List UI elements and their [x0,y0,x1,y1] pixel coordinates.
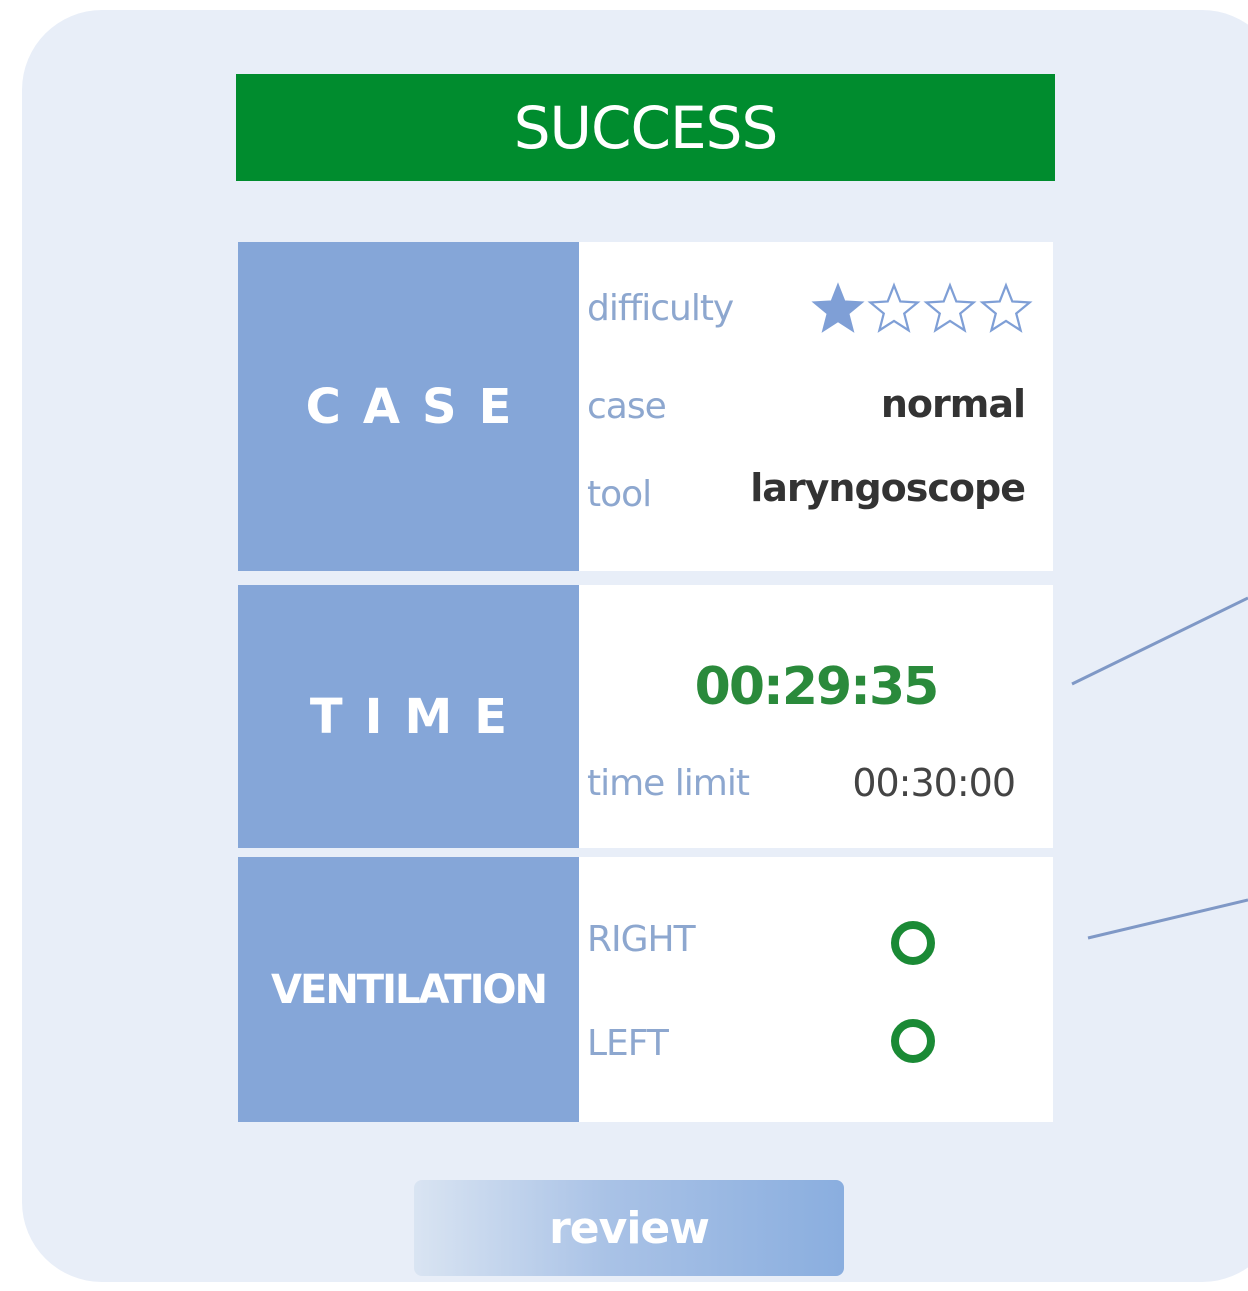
review-button[interactable]: review [414,1180,844,1276]
time-callout-line [1071,596,1248,686]
ventilation-callout-line [1087,898,1248,940]
callout-lines [1071,596,1248,940]
